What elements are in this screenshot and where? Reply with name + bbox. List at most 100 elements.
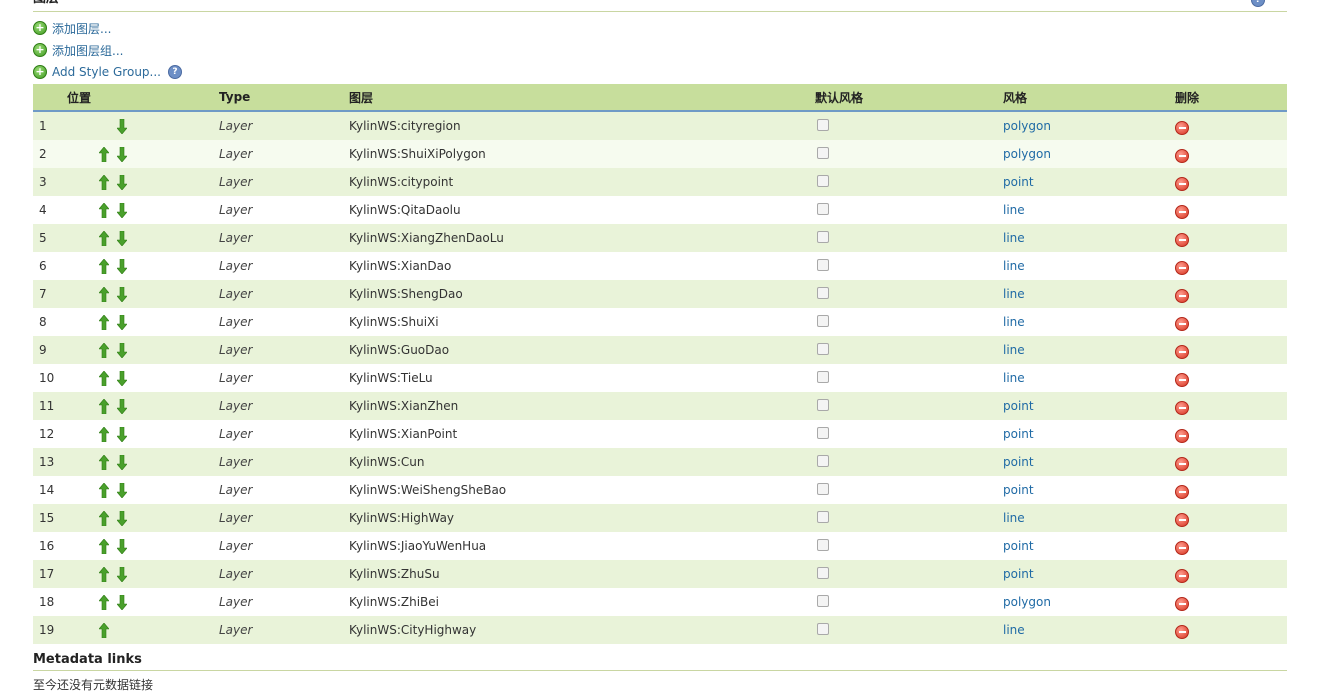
default-style-checkbox[interactable]: [817, 146, 829, 159]
delete-icon[interactable]: [1175, 624, 1189, 639]
arrow-up-icon[interactable]: [95, 566, 113, 582]
style-link[interactable]: point: [1003, 455, 1034, 469]
arrow-down-icon[interactable]: [113, 538, 131, 554]
arrow-up-icon[interactable]: [95, 230, 113, 246]
arrow-down-icon[interactable]: [113, 258, 131, 274]
arrow-up-icon[interactable]: [95, 370, 113, 386]
arrow-down-icon[interactable]: [113, 426, 131, 442]
arrow-down-icon[interactable]: [113, 510, 131, 526]
style-link[interactable]: line: [1003, 203, 1025, 217]
arrow-down-icon[interactable]: [113, 230, 131, 246]
default-style-checkbox[interactable]: [817, 230, 829, 243]
delete-icon[interactable]: [1175, 428, 1189, 443]
default-style-checkbox[interactable]: [817, 370, 829, 383]
default-style-checkbox[interactable]: [817, 258, 829, 271]
delete-icon[interactable]: [1175, 204, 1189, 219]
header-type[interactable]: Type: [219, 84, 349, 112]
arrow-down-icon[interactable]: [113, 594, 131, 610]
arrow-up-icon[interactable]: [95, 314, 113, 330]
arrow-up-icon[interactable]: [95, 258, 113, 274]
style-link[interactable]: line: [1003, 343, 1025, 357]
arrow-down-icon[interactable]: [113, 454, 131, 470]
delete-icon[interactable]: [1175, 288, 1189, 303]
default-style-checkbox[interactable]: [817, 398, 829, 411]
arrow-up-icon[interactable]: [95, 286, 113, 302]
default-style-checkbox[interactable]: [817, 426, 829, 439]
header-delete[interactable]: 删除: [1175, 84, 1287, 112]
delete-icon[interactable]: [1175, 148, 1189, 163]
add-layer-link[interactable]: + 添加图层...: [33, 17, 1287, 39]
default-style-checkbox[interactable]: [817, 594, 829, 607]
header-layer[interactable]: 图层: [349, 84, 815, 112]
delete-icon[interactable]: [1175, 372, 1189, 387]
style-link[interactable]: point: [1003, 567, 1034, 581]
default-style-checkbox[interactable]: [817, 622, 829, 635]
default-style-checkbox[interactable]: [817, 482, 829, 495]
default-style-checkbox[interactable]: [817, 118, 829, 131]
delete-icon[interactable]: [1175, 512, 1189, 527]
delete-icon[interactable]: [1175, 344, 1189, 359]
delete-icon[interactable]: [1175, 540, 1189, 555]
arrow-up-icon[interactable]: [95, 174, 113, 190]
arrow-down-icon[interactable]: [113, 202, 131, 218]
arrow-down-icon[interactable]: [113, 314, 131, 330]
style-link[interactable]: point: [1003, 483, 1034, 497]
default-style-checkbox[interactable]: [817, 510, 829, 523]
arrow-up-icon[interactable]: [95, 538, 113, 554]
style-link[interactable]: line: [1003, 371, 1025, 385]
style-link[interactable]: line: [1003, 511, 1025, 525]
header-default-style[interactable]: 默认风格: [815, 84, 1003, 112]
delete-icon[interactable]: [1175, 400, 1189, 415]
default-style-checkbox[interactable]: [817, 202, 829, 215]
style-link[interactable]: point: [1003, 539, 1034, 553]
arrow-down-icon[interactable]: [113, 342, 131, 358]
arrow-up-icon[interactable]: [95, 594, 113, 610]
style-link[interactable]: polygon: [1003, 147, 1051, 161]
default-style-checkbox[interactable]: [817, 314, 829, 327]
style-link[interactable]: line: [1003, 231, 1025, 245]
delete-icon[interactable]: [1175, 176, 1189, 191]
delete-icon[interactable]: [1175, 232, 1189, 247]
default-style-checkbox[interactable]: [817, 342, 829, 355]
arrow-down-icon[interactable]: [113, 482, 131, 498]
arrow-down-icon[interactable]: [113, 370, 131, 386]
arrow-down-icon[interactable]: [113, 286, 131, 302]
arrow-up-icon[interactable]: [95, 622, 113, 638]
delete-icon[interactable]: [1175, 568, 1189, 583]
arrow-up-icon[interactable]: [95, 510, 113, 526]
arrow-down-icon[interactable]: [113, 118, 131, 134]
arrow-down-icon[interactable]: [113, 566, 131, 582]
header-position[interactable]: 位置: [67, 84, 219, 112]
delete-icon[interactable]: [1175, 120, 1189, 135]
arrow-up-icon[interactable]: [95, 146, 113, 162]
header-style[interactable]: 风格: [1003, 84, 1175, 112]
arrow-up-icon[interactable]: [95, 398, 113, 414]
arrow-up-icon[interactable]: [95, 482, 113, 498]
arrow-down-icon[interactable]: [113, 398, 131, 414]
default-style-checkbox[interactable]: [817, 286, 829, 299]
delete-icon[interactable]: [1175, 484, 1189, 499]
delete-icon[interactable]: [1175, 260, 1189, 275]
arrow-up-icon[interactable]: [95, 342, 113, 358]
style-link[interactable]: polygon: [1003, 119, 1051, 133]
default-style-checkbox[interactable]: [817, 454, 829, 467]
style-link[interactable]: point: [1003, 399, 1034, 413]
help-icon[interactable]: ?: [1251, 0, 1265, 7]
add-layer-group-link[interactable]: + 添加图层组...: [33, 39, 1287, 61]
arrow-up-icon[interactable]: [95, 426, 113, 442]
arrow-up-icon[interactable]: [95, 454, 113, 470]
style-link[interactable]: line: [1003, 287, 1025, 301]
style-link[interactable]: line: [1003, 315, 1025, 329]
default-style-checkbox[interactable]: [817, 566, 829, 579]
style-link[interactable]: point: [1003, 175, 1034, 189]
arrow-up-icon[interactable]: [95, 202, 113, 218]
help-icon[interactable]: ?: [167, 65, 182, 79]
delete-icon[interactable]: [1175, 596, 1189, 611]
delete-icon[interactable]: [1175, 456, 1189, 471]
style-link[interactable]: point: [1003, 427, 1034, 441]
arrow-down-icon[interactable]: [113, 146, 131, 162]
arrow-down-icon[interactable]: [113, 174, 131, 190]
default-style-checkbox[interactable]: [817, 174, 829, 187]
style-link[interactable]: line: [1003, 623, 1025, 637]
style-link[interactable]: line: [1003, 259, 1025, 273]
